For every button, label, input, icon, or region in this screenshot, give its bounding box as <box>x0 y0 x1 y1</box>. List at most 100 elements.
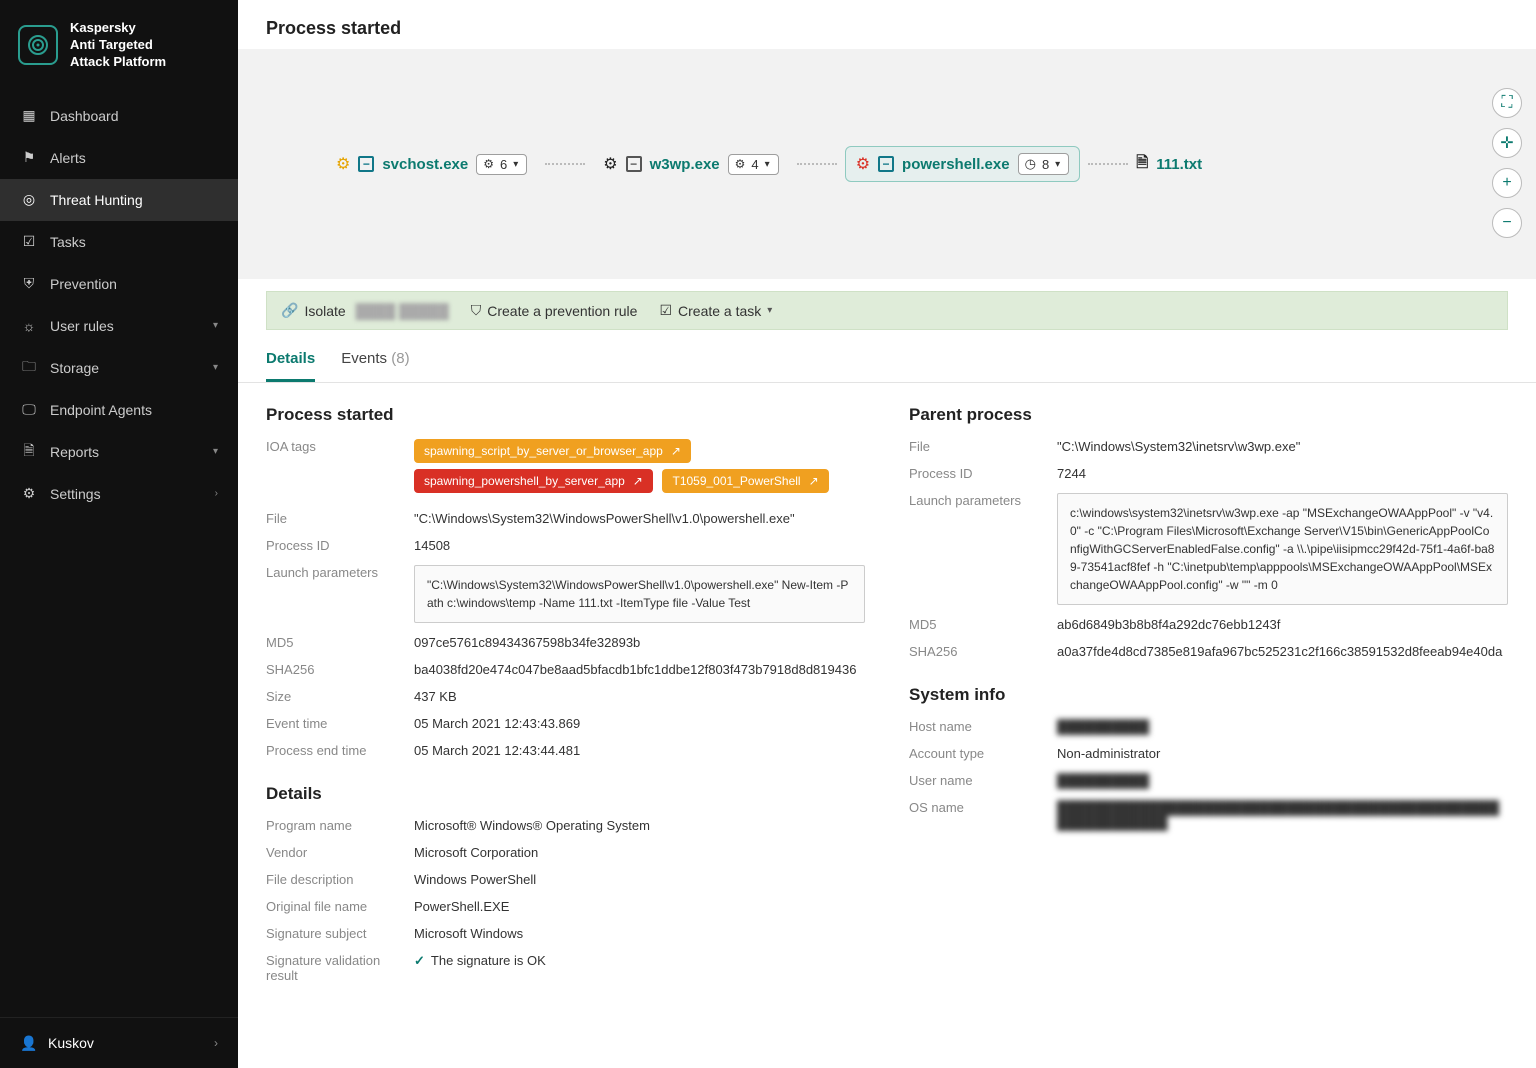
row-parent-md5: MD5ab6d6849b3b8b8f4a292dc76ebb1243f <box>909 617 1508 632</box>
chain-node-file[interactable]: 🗎 111.txt <box>1136 152 1202 177</box>
chain-node-powershell[interactable]: ⚙ − powershell.exe ◷8▾ <box>845 146 1081 182</box>
page-title: Process started <box>238 0 1536 49</box>
row-sigvalid: Signature validation result✓The signatur… <box>266 953 865 983</box>
section-heading: Details <box>266 784 865 804</box>
chain-node-count[interactable]: ◷8▾ <box>1018 153 1070 175</box>
row-parent-file: File"C:\Windows\System32\inetsrv\w3wp.ex… <box>909 439 1508 454</box>
chevron-down-icon: ▾ <box>213 362 218 373</box>
file-path[interactable]: "C:\Windows\System32\WindowsPowerShell\v… <box>414 511 865 526</box>
chain-node-label: svchost.exe <box>382 156 468 173</box>
sha256-hash[interactable]: ba4038fd20e474c047be8aad5bfacdb1bfc1ddbe… <box>414 662 865 677</box>
ioa-tags: spawning_script_by_server_or_browser_app… <box>414 439 865 499</box>
zoom-in-button[interactable]: + <box>1492 168 1522 198</box>
isolate-icon: 🔗 <box>281 302 298 319</box>
parent-file-path[interactable]: "C:\Windows\System32\inetsrv\w3wp.exe" <box>1057 439 1508 454</box>
chevron-down-icon: ▾ <box>513 159 518 170</box>
center-button[interactable]: ✛ <box>1492 128 1522 158</box>
chain-node-label: powershell.exe <box>902 156 1010 173</box>
tab-details[interactable]: Details <box>266 344 315 382</box>
task-icon: ☑ <box>659 302 672 319</box>
ioa-tag[interactable]: spawning_script_by_server_or_browser_app… <box>414 439 691 463</box>
row-end-time: Process end time05 March 2021 12:43:44.4… <box>266 743 865 758</box>
sidebar-item-user-rules[interactable]: ☼User rules▾ <box>0 305 238 347</box>
chevron-down-icon: ▾ <box>213 446 218 457</box>
collapse-icon[interactable]: − <box>878 156 894 172</box>
sidebar-item-dashboard[interactable]: ▦ Dashboard <box>0 95 238 137</box>
section-heading: Parent process <box>909 405 1508 425</box>
collapse-icon[interactable]: − <box>626 156 642 172</box>
parent-sha256[interactable]: a0a37fde4d8cd7385e819afa967bc525231c2f16… <box>1057 644 1508 659</box>
chain-node-w3wp[interactable]: ⚙ − w3wp.exe ⚙4▾ <box>593 148 788 181</box>
parent-launch-params[interactable]: c:\windows\system32\inetsrv\w3wp.exe -ap… <box>1057 493 1508 605</box>
create-task-button[interactable]: ☑Create a task▾ <box>659 302 772 319</box>
process-chain-canvas[interactable]: ⚙ − svchost.exe ⚙6▾ ⚙ − w3wp.exe ⚙4▾ ⚙ <box>238 49 1536 279</box>
chevron-right-icon: › <box>214 1036 218 1050</box>
sidebar-item-endpoint-agents[interactable]: 🖵Endpoint Agents <box>0 389 238 431</box>
sidebar-item-tasks[interactable]: ☑Tasks <box>0 221 238 263</box>
monitor-icon: 🖵 <box>20 401 38 419</box>
signature-status: ✓The signature is OK <box>414 953 865 969</box>
sidebar-user[interactable]: 👤 Kuskov › <box>0 1017 238 1068</box>
chain-node-count[interactable]: ⚙6▾ <box>476 154 527 175</box>
gear-icon: ⚙ <box>336 154 350 174</box>
chain-node-count[interactable]: ⚙4▾ <box>728 154 779 175</box>
action-bar: 🔗Isolate ████ █████ ⛉Create a prevention… <box>266 291 1508 330</box>
folder-icon: 🗀 <box>20 359 38 377</box>
row-pid: Process ID14508 <box>266 538 865 553</box>
gear-icon: ⚙ <box>20 485 38 503</box>
sidebar-item-label: Alerts <box>50 150 86 166</box>
row-origname: Original file namePowerShell.EXE <box>266 899 865 914</box>
row-md5: MD5097ce5761c89434367598b34fe32893b <box>266 635 865 650</box>
chain-node-svchost[interactable]: ⚙ − svchost.exe ⚙6▾ <box>326 148 537 181</box>
process-id: 14508 <box>414 538 865 553</box>
sidebar-item-reports[interactable]: 🗎Reports▾ <box>0 431 238 473</box>
sidebar-item-alerts[interactable]: ⚑ Alerts <box>0 137 238 179</box>
zoom-out-button[interactable]: − <box>1492 208 1522 238</box>
ioa-tag[interactable]: spawning_powershell_by_server_app↗ <box>414 469 653 493</box>
details-content: Process started IOA tags spawning_script… <box>238 383 1536 1035</box>
parent-md5[interactable]: ab6d6849b3b8b8f4a292dc76ebb1243f <box>1057 617 1508 632</box>
sidebar-item-label: Dashboard <box>50 108 119 124</box>
expand-button[interactable]: ⛶ <box>1492 88 1522 118</box>
file-icon: 🗎 <box>1136 152 1148 177</box>
gear-icon: ⚙ <box>735 157 746 171</box>
document-icon: 🗎 <box>20 443 38 461</box>
sidebar-item-prevention[interactable]: ⛨Prevention <box>0 263 238 305</box>
md5-hash[interactable]: 097ce5761c89434367598b34fe32893b <box>414 635 865 650</box>
section-heading: Process started <box>266 405 865 425</box>
row-sigsubj: Signature subjectMicrosoft Windows <box>266 926 865 941</box>
shield-plus-icon: ⛉ <box>471 302 482 319</box>
row-filedesc: File descriptionWindows PowerShell <box>266 872 865 887</box>
row-ioa-tags: IOA tags spawning_script_by_server_or_br… <box>266 439 865 499</box>
grid-icon: ▦ <box>20 107 38 125</box>
tab-events[interactable]: Events (8) <box>341 344 409 382</box>
chain-node-label: w3wp.exe <box>650 156 720 173</box>
section-heading: System info <box>909 685 1508 705</box>
gear-icon: ⚙ <box>603 154 617 174</box>
row-sha256: SHA256ba4038fd20e474c047be8aad5bfacdb1bf… <box>266 662 865 677</box>
clock-icon: ◷ <box>1025 156 1036 172</box>
brand-logo-icon <box>18 25 58 65</box>
sidebar-item-threat-hunting[interactable]: ◎Threat Hunting <box>0 179 238 221</box>
collapse-icon[interactable]: − <box>358 156 374 172</box>
chevron-right-icon: › <box>215 488 218 499</box>
chevron-down-icon: ▾ <box>765 159 770 170</box>
row-progname: Program nameMicrosoft® Windows® Operatin… <box>266 818 865 833</box>
sidebar-item-label: Storage <box>50 360 99 376</box>
connector <box>1088 163 1128 165</box>
row-launch: Launch parameters"C:\Windows\System32\Wi… <box>266 565 865 623</box>
flag-icon: ⚑ <box>20 149 38 167</box>
sidebar-item-label: User rules <box>50 318 114 334</box>
sidebar-item-storage[interactable]: 🗀 Storage ▾ <box>0 347 238 389</box>
gear-icon: ⚙ <box>856 154 870 174</box>
create-prevention-rule-button[interactable]: ⛉Create a prevention rule <box>471 302 638 319</box>
row-os: OS name█████████████████████████████████… <box>909 800 1508 830</box>
right-column: Parent process File"C:\Windows\System32\… <box>909 405 1508 995</box>
isolate-button[interactable]: 🔗Isolate ████ █████ <box>281 302 449 319</box>
sidebar-item-settings[interactable]: ⚙ Settings › <box>0 473 238 515</box>
ioa-tag[interactable]: T1059_001_PowerShell↗ <box>662 469 828 493</box>
launch-params[interactable]: "C:\Windows\System32\WindowsPowerShell\v… <box>414 565 865 623</box>
main: Process started ⚙ − svchost.exe ⚙6▾ ⚙ − … <box>238 0 1536 1068</box>
sidebar-item-label: Settings <box>50 486 101 502</box>
row-username: User name██████████ <box>909 773 1508 788</box>
